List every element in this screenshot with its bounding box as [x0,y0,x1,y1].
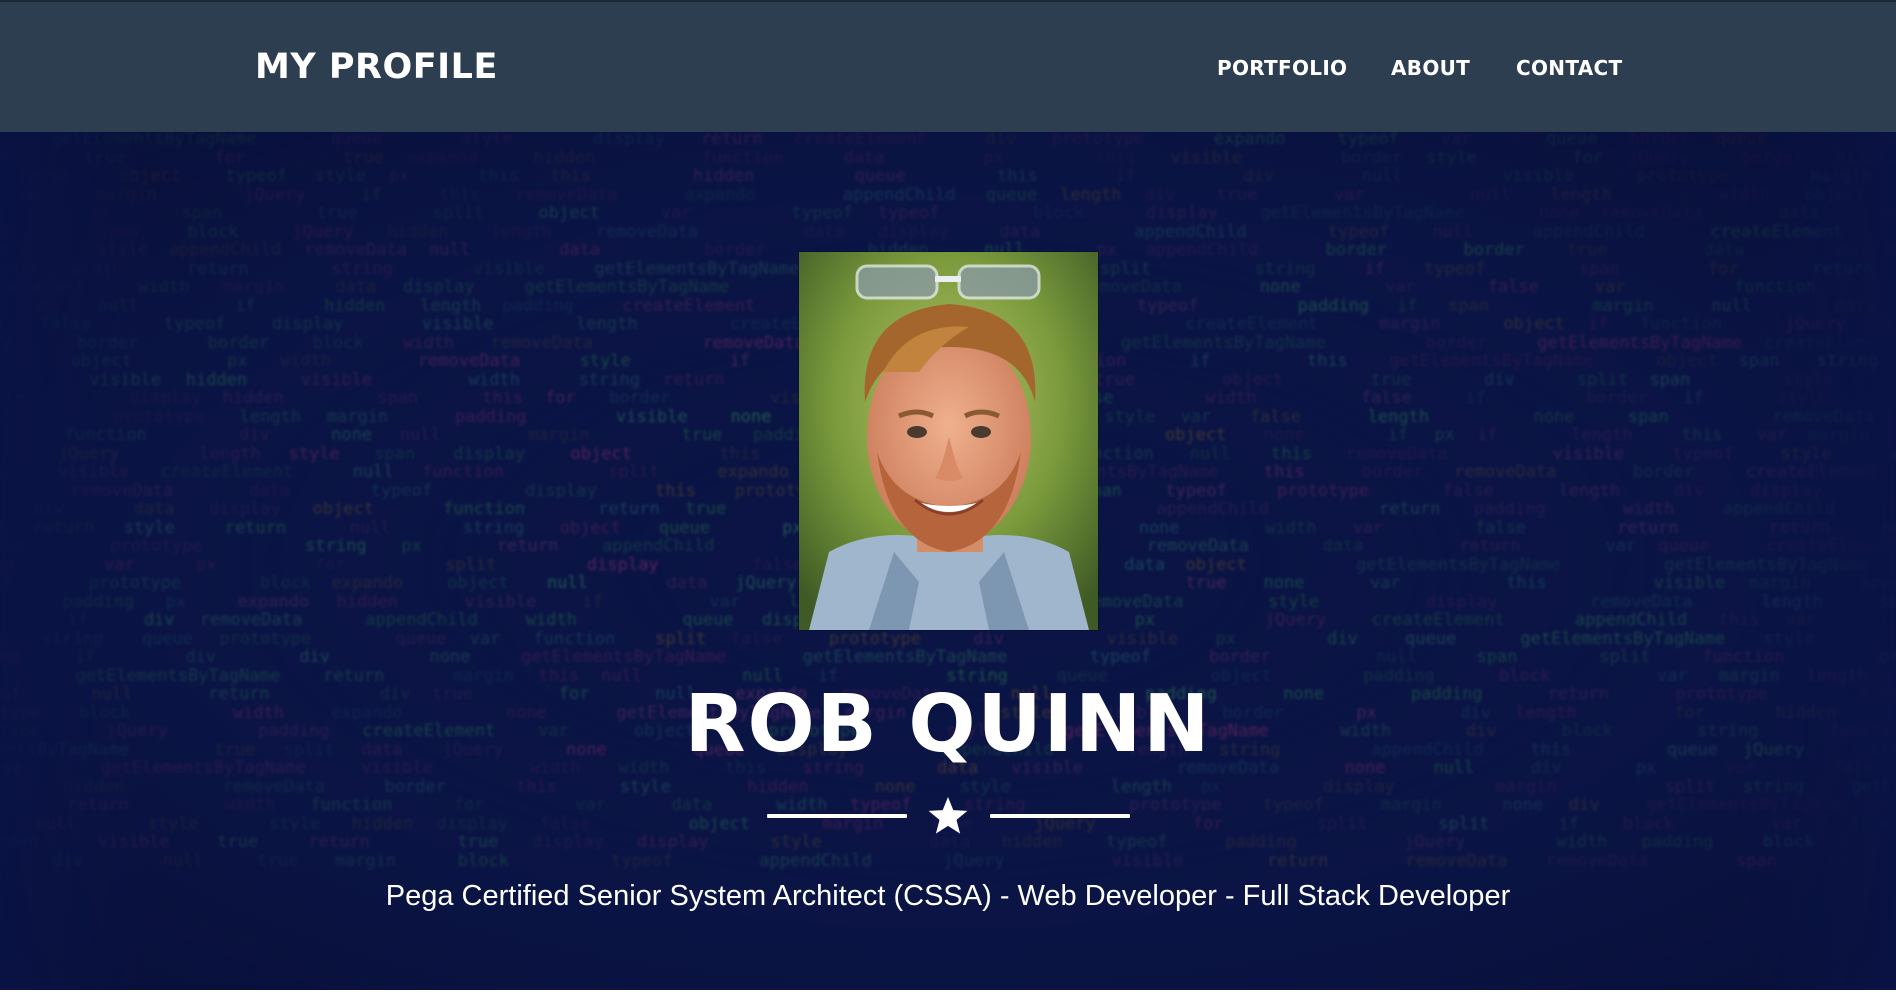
divider-line-right [990,814,1130,818]
hero-edge-right [1746,132,1896,992]
navbar: MY PROFILE PORTFOLIO ABOUT CONTACT [0,0,1896,132]
divider-line-left [767,814,907,818]
profile-photo-image [799,252,1098,630]
profile-tagline: Pega Certified Senior System Architect (… [385,880,1511,912]
star-divider [0,794,1896,838]
brand-link[interactable]: MY PROFILE [255,47,498,87]
profile-photo [799,252,1098,630]
nav-link-portfolio[interactable]: PORTFOLIO [1217,56,1347,80]
star-icon [928,797,968,834]
nav-link-about[interactable]: ABOUT [1391,56,1470,80]
nav-link-contact[interactable]: CONTACT [1516,56,1622,80]
profile-name: ROB QUINN [684,678,1212,770]
hero-edge-left [0,132,150,992]
